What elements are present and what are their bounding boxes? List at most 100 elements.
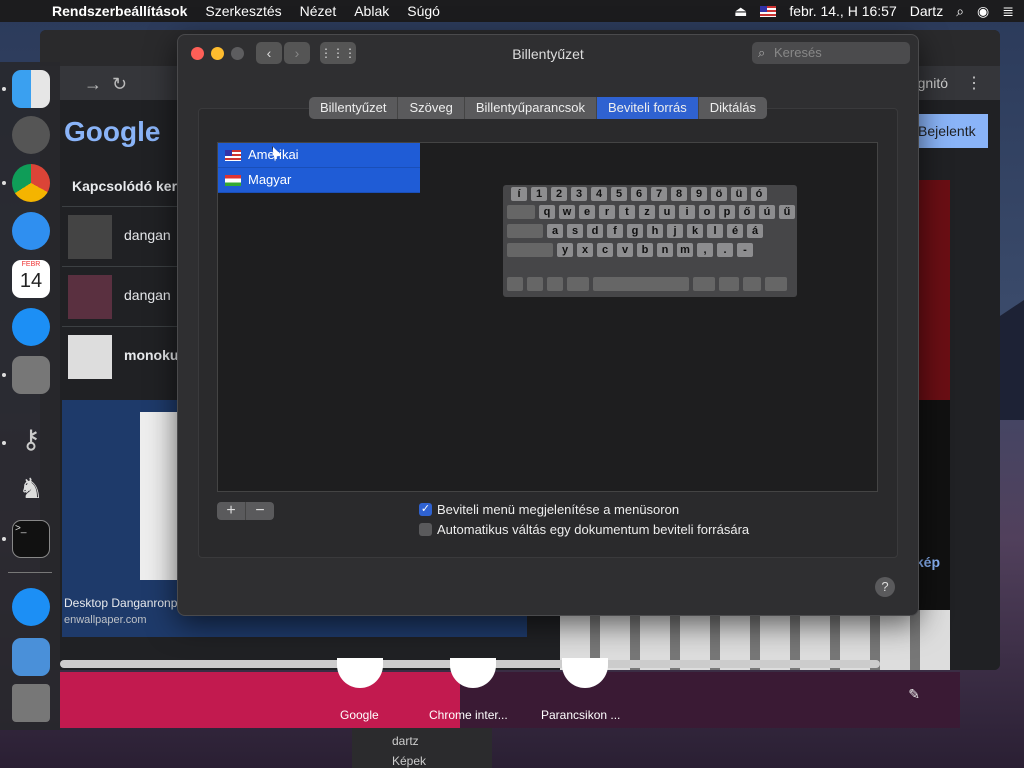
tab-dictation[interactable]: Diktálás — [699, 97, 767, 119]
keyboard-key: p — [719, 205, 735, 219]
keyboard-key: k — [687, 224, 703, 238]
keyboard-key: x — [577, 243, 593, 257]
keyboard-key: á — [747, 224, 763, 238]
keyboard-key: q — [539, 205, 555, 219]
modifier-key — [507, 277, 523, 291]
chess-icon[interactable]: ♞ — [12, 472, 50, 510]
menu-view[interactable]: Nézet — [300, 3, 337, 19]
folder-icon[interactable] — [12, 638, 50, 676]
calendar-month: FEBR — [21, 261, 41, 268]
menu-window[interactable]: Ablak — [354, 3, 389, 19]
keyboard-key: f — [607, 224, 623, 238]
app-store-icon[interactable] — [12, 308, 50, 346]
checkbox-checked-icon[interactable]: ✓ — [419, 503, 432, 516]
help-button[interactable]: ? — [875, 577, 895, 597]
keyboard-row: asdfghjkléá — [507, 224, 793, 238]
shortcut-label[interactable]: Parancsikon ... — [541, 708, 620, 722]
browser-menu-icon[interactable]: ⋮ — [966, 73, 982, 93]
hungary-flag-icon — [225, 175, 241, 186]
edit-pencil-icon[interactable]: ✎ — [908, 686, 920, 703]
menu-edit[interactable]: Szerkesztés — [205, 3, 281, 19]
keyboard-key: ú — [759, 205, 775, 219]
menu-user[interactable]: Dartz — [910, 3, 943, 19]
menu-help[interactable]: Súgó — [407, 3, 440, 19]
terminal-icon[interactable]: >_ — [12, 520, 50, 558]
tab-input-sources[interactable]: Beviteli forrás — [596, 97, 699, 119]
finder-item-pictures[interactable]: Képek — [352, 748, 492, 768]
input-menu-flag-icon[interactable] — [760, 5, 777, 17]
keyboard-row: í123456789öüó — [507, 187, 793, 201]
tab-shortcuts[interactable]: Billentyűparancsok — [465, 97, 597, 119]
result-label: dangan — [124, 287, 171, 303]
spotlight-search-icon[interactable]: ⌕ — [956, 3, 964, 20]
running-indicator — [2, 181, 6, 185]
result-thumbnail — [68, 275, 112, 319]
modifier-key — [507, 243, 553, 257]
eject-icon[interactable]: ⏏ — [734, 3, 747, 20]
browser-nav-icons[interactable]: → ↻ — [84, 74, 127, 95]
keyboard-row: qwertzuiopőúű — [507, 205, 795, 219]
window-titlebar: ‹ › ⋮⋮⋮ Billentyűzet ⌕ Keresés — [178, 35, 918, 73]
remove-input-source-button[interactable]: − — [246, 502, 274, 520]
add-remove-buttons: + − — [217, 502, 274, 520]
keyboard-key: ü — [731, 187, 747, 201]
search-field[interactable]: ⌕ Keresés — [752, 42, 910, 64]
keyboard-key: ó — [751, 187, 767, 201]
new-tab-shortcuts: Google Chrome inter... Parancsikon ... ✎ — [60, 658, 960, 728]
result-thumbnail — [68, 335, 112, 379]
chrome-icon[interactable] — [12, 164, 50, 202]
modifier-key — [719, 277, 739, 291]
incognito-label: gnitó — [917, 75, 948, 91]
preferences-window: ‹ › ⋮⋮⋮ Billentyűzet ⌕ Keresés Billentyű… — [177, 34, 919, 616]
keyboard-key: t — [619, 205, 635, 219]
keyboard-key: - — [737, 243, 753, 257]
add-input-source-button[interactable]: + — [217, 502, 246, 520]
tab-keyboard[interactable]: Billentyűzet — [309, 97, 399, 119]
tab-text[interactable]: Szöveg — [398, 97, 465, 119]
keyboard-key: u — [659, 205, 675, 219]
keychain-icon[interactable]: ⚷ — [12, 424, 50, 462]
keyboard-key: í — [511, 187, 527, 201]
keyboard-key: 3 — [571, 187, 587, 201]
shortcut-label[interactable]: Chrome inter... — [429, 708, 508, 722]
keyboard-key: ö — [711, 187, 727, 201]
result-label: monoku — [124, 347, 179, 363]
result-label: dangan — [124, 227, 171, 243]
search-placeholder: Keresés — [774, 45, 822, 60]
control-center-icon[interactable]: ≣ — [1002, 3, 1014, 20]
downloads-icon[interactable] — [12, 588, 50, 626]
system-preferences-icon[interactable] — [12, 356, 50, 394]
menu-clock[interactable]: febr. 14., H 16:57 — [789, 3, 896, 19]
keyboard-key: 1 — [531, 187, 547, 201]
keyboard-layout-preview: í123456789öüó qwertzuiopőúű asdfghjkléá yxc… — [503, 185, 797, 297]
keyboard-key: r — [599, 205, 615, 219]
trash-icon[interactable] — [12, 684, 50, 722]
launchpad-icon[interactable] — [12, 116, 50, 154]
safari-icon[interactable] — [12, 212, 50, 250]
keyboard-key: 6 — [631, 187, 647, 201]
modifier-key — [693, 277, 715, 291]
google-logo[interactable]: Google — [64, 116, 160, 148]
modifier-key — [765, 277, 787, 291]
modifier-key — [547, 277, 563, 291]
modifier-key — [593, 277, 689, 291]
shortcut-label[interactable]: Google — [340, 708, 379, 722]
us-flag-icon — [225, 150, 241, 161]
calendar-icon[interactable]: FEBR 14 — [12, 260, 50, 298]
shortcut-parancsikon-icon[interactable] — [562, 658, 608, 688]
checkbox-unchecked-icon[interactable] — [419, 523, 432, 536]
finder-item-home[interactable]: dartz — [352, 728, 492, 748]
finder-sidebar: dartz Képek — [352, 728, 492, 768]
signin-button[interactable]: Bejelentk — [910, 114, 988, 148]
input-source-item[interactable]: Amerikai — [218, 143, 420, 168]
card-url: enwallpaper.com — [64, 614, 147, 626]
keyboard-key: , — [697, 243, 713, 257]
finder-icon[interactable] — [12, 70, 50, 108]
image-link[interactable]: kép — [916, 554, 940, 570]
siri-icon[interactable]: ◉ — [977, 3, 989, 20]
keyboard-key: j — [667, 224, 683, 238]
input-source-label: Magyar — [248, 172, 292, 187]
input-source-item[interactable]: Magyar — [218, 168, 420, 193]
menu-app-name[interactable]: Rendszerbeállítások — [52, 3, 187, 19]
search-icon: ⌕ — [758, 45, 766, 60]
